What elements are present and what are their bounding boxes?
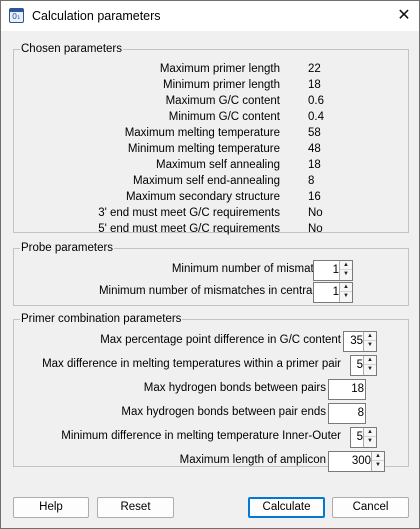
max-hbonds-pairs-row: Max hydrogen bonds between pairs 18	[14, 379, 408, 400]
calculate-button[interactable]: Calculate	[248, 497, 325, 518]
spinner-down-icon[interactable]: ▼	[364, 365, 376, 374]
param-value: 18	[308, 159, 321, 171]
chosen-parameters-group: Chosen parameters Maximum primer length …	[13, 42, 409, 235]
max-hbonds-ends-label: Max hydrogen bonds between pair ends	[121, 406, 326, 418]
spinner-down-icon[interactable]: ▼	[364, 437, 376, 446]
max-pct-gc-diff-label: Max percentage point difference in G/C c…	[100, 334, 341, 346]
spinner-down-icon[interactable]: ▼	[364, 341, 376, 350]
spinner-buttons: ▲ ▼	[339, 261, 352, 280]
primer-combination-group: Primer combination parameters Max percen…	[13, 312, 409, 472]
max-tm-diff-label: Max difference in melting temperatures w…	[42, 358, 341, 370]
param-label: Maximum self end-annealing	[132, 175, 280, 187]
min-mismatches-row: Minimum number of mismatches 1 ▲ ▼	[14, 260, 408, 281]
spinner-buttons: ▲ ▼	[371, 452, 384, 471]
spinner-value[interactable]: 35	[346, 332, 363, 351]
min-tm-inner-outer-row: Minimum difference in melting temperatur…	[14, 427, 408, 448]
param-value: 48	[308, 143, 321, 155]
spinner-buttons: ▲ ▼	[363, 356, 376, 375]
param-label: Minimum primer length	[163, 79, 280, 91]
param-value: No	[308, 207, 323, 219]
param-row-max-secondary-structure: Maximum secondary structure 16	[14, 189, 408, 205]
param-row-min-gc-content: Minimum G/C content 0.4	[14, 109, 408, 125]
param-value: 0.4	[308, 111, 324, 123]
help-button[interactable]: Help	[13, 497, 89, 518]
param-value: 8	[308, 175, 315, 187]
spinner-value[interactable]: 300	[331, 452, 371, 471]
spinner-value[interactable]: 8	[331, 404, 364, 423]
max-tm-diff-row: Max difference in melting temperatures w…	[14, 355, 408, 376]
max-pct-gc-diff-spinner[interactable]: 35 ▲ ▼	[343, 331, 377, 352]
close-icon[interactable]: ✕	[389, 1, 419, 31]
max-hbonds-pairs-label: Max hydrogen bonds between pairs	[143, 382, 326, 394]
param-row-max-primer-length: Maximum primer length 22	[14, 61, 408, 77]
spinner-up-icon[interactable]: ▲	[364, 428, 376, 437]
min-mismatches-central-label: Minimum number of mismatches in central …	[98, 285, 338, 297]
param-label: 5' end must meet G/C requirements	[98, 223, 280, 235]
min-mismatches-spinner[interactable]: 1 ▲ ▼	[313, 260, 353, 281]
max-amplicon-label: Maximum length of amplicon	[179, 454, 326, 466]
spinner-buttons: ▲ ▼	[339, 283, 352, 302]
spinner-up-icon[interactable]: ▲	[364, 356, 376, 365]
param-label: Maximum melting temperature	[124, 127, 280, 139]
spinner-value[interactable]: 5	[353, 356, 363, 375]
param-label: Maximum secondary structure	[125, 191, 280, 203]
title-bar: 0₁ Calculation parameters ✕	[1, 1, 419, 31]
window-title: Calculation parameters	[32, 9, 161, 23]
max-amplicon-spinner[interactable]: 300 ▲ ▼	[328, 451, 385, 472]
spinner-up-icon[interactable]: ▲	[340, 261, 352, 270]
param-label: Maximum G/C content	[165, 95, 280, 107]
spinner-value[interactable]: 18	[331, 380, 364, 399]
param-row-3-end-gc: 3' end must meet G/C requirements No	[14, 205, 408, 221]
min-mismatches-central-spinner[interactable]: 1 ▲ ▼	[313, 282, 353, 303]
param-label: Maximum primer length	[159, 63, 280, 75]
spinner-down-icon[interactable]: ▼	[372, 461, 384, 470]
spinner-value[interactable]: 5	[353, 428, 363, 447]
min-tm-inner-outer-spinner[interactable]: 5 ▲ ▼	[350, 427, 377, 448]
spinner-value[interactable]: 1	[316, 261, 339, 280]
max-hbonds-ends-spinner[interactable]: 8	[328, 403, 366, 424]
param-row-5-end-gc: 5' end must meet G/C requirements No	[14, 221, 408, 237]
param-value: 0.6	[308, 95, 324, 107]
param-row-max-melting-temp: Maximum melting temperature 58	[14, 125, 408, 141]
param-label: Minimum G/C content	[168, 111, 280, 123]
param-label: Maximum self annealing	[155, 159, 280, 171]
max-hbonds-pairs-spinner[interactable]: 18	[328, 379, 366, 400]
param-value: 18	[308, 79, 321, 91]
param-row-max-self-end-annealing: Maximum self end-annealing 8	[14, 173, 408, 189]
param-label: 3' end must meet G/C requirements	[98, 207, 280, 219]
probe-parameters-group: Probe parameters Minimum number of misma…	[13, 241, 409, 306]
param-row-max-self-annealing: Maximum self annealing 18	[14, 157, 408, 173]
spinner-buttons: ▲ ▼	[363, 332, 376, 351]
min-mismatches-central-row: Minimum number of mismatches in central …	[14, 282, 408, 303]
param-row-min-primer-length: Minimum primer length 18	[14, 77, 408, 93]
calculation-parameters-dialog: 0₁ Calculation parameters ✕ Chosen param…	[0, 0, 420, 529]
min-tm-inner-outer-label: Minimum difference in melting temperatur…	[61, 430, 341, 442]
param-label: Minimum melting temperature	[127, 143, 280, 155]
param-row-min-melting-temp: Minimum melting temperature 48	[14, 141, 408, 157]
param-value: 22	[308, 63, 321, 75]
spinner-up-icon[interactable]: ▲	[372, 452, 384, 461]
param-value: 58	[308, 127, 321, 139]
probe-parameters-title: Probe parameters	[20, 241, 115, 255]
spinner-value[interactable]: 1	[316, 283, 339, 302]
max-hbonds-ends-row: Max hydrogen bonds between pair ends 8	[14, 403, 408, 424]
calculator-window-icon: 0₁	[9, 8, 24, 23]
spinner-buttons: ▲ ▼	[363, 428, 376, 447]
max-amplicon-row: Maximum length of amplicon 300 ▲ ▼	[14, 451, 408, 472]
spinner-down-icon[interactable]: ▼	[340, 292, 352, 301]
param-value: 16	[308, 191, 321, 203]
primer-combination-title: Primer combination parameters	[20, 312, 183, 326]
max-tm-diff-spinner[interactable]: 5 ▲ ▼	[350, 355, 377, 376]
param-value: No	[308, 223, 323, 235]
reset-button[interactable]: Reset	[97, 497, 174, 518]
chosen-parameters-title: Chosen parameters	[20, 42, 123, 56]
max-pct-gc-diff-row: Max percentage point difference in G/C c…	[14, 331, 408, 352]
spinner-up-icon[interactable]: ▲	[364, 332, 376, 341]
cancel-button[interactable]: Cancel	[332, 497, 409, 518]
spinner-down-icon[interactable]: ▼	[340, 270, 352, 279]
spinner-up-icon[interactable]: ▲	[340, 283, 352, 292]
param-row-max-gc-content: Maximum G/C content 0.6	[14, 93, 408, 109]
